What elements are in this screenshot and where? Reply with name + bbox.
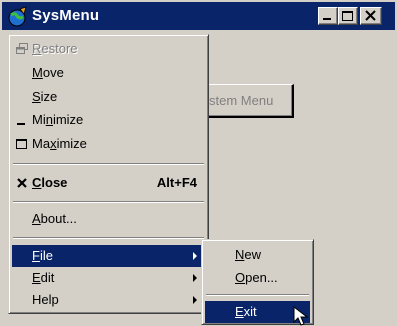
system-menu: Restore Move Size Minimize Maximize Clos… xyxy=(8,34,209,314)
menu-item-restore[interactable]: Restore xyxy=(12,38,205,60)
menu-item-minimize[interactable]: Minimize xyxy=(12,109,205,131)
menu-item-file[interactable]: File xyxy=(12,245,205,267)
menu-separator xyxy=(13,201,204,203)
app-window: SysMenu stem Menu Restore Move Size Mini… xyxy=(0,0,397,326)
menu-item-size[interactable]: Size xyxy=(12,86,205,108)
minimize-icon xyxy=(323,18,331,20)
minimize-button[interactable] xyxy=(318,7,338,25)
maximize-icon xyxy=(342,11,353,21)
maximize-button[interactable] xyxy=(338,7,358,25)
menu-separator xyxy=(206,294,309,296)
app-globe-icon[interactable] xyxy=(6,6,28,28)
menu-item-label: Size xyxy=(32,89,58,104)
title-bar[interactable]: SysMenu xyxy=(2,2,395,30)
close-icon xyxy=(365,10,376,21)
maximize-glyph-icon xyxy=(16,139,27,149)
menu-item-help[interactable]: Help xyxy=(12,289,205,311)
menu-item-edit[interactable]: Edit xyxy=(12,267,205,289)
system-menu-button[interactable]: stem Menu xyxy=(196,84,294,118)
menu-item-maximize[interactable]: Maximize xyxy=(12,133,205,155)
menu-item-label: Move xyxy=(32,65,64,80)
system-menu-button-label: stem Menu xyxy=(209,93,274,108)
menu-item-label: Help xyxy=(32,292,59,307)
menu-item-label: Exit xyxy=(235,304,257,319)
menu-item-label: New xyxy=(235,247,262,262)
menu-item-label: Close xyxy=(32,175,68,190)
menu-item-label: Open... xyxy=(235,270,278,285)
minimize-glyph-icon xyxy=(17,123,25,125)
menu-item-accelerator: Alt+F4 xyxy=(156,175,197,190)
menu-item-open[interactable]: Open... xyxy=(205,267,310,289)
menu-item-label: Restore xyxy=(32,41,78,56)
menu-item-label: File xyxy=(32,248,53,263)
menu-item-about[interactable]: About... xyxy=(12,208,205,230)
restore-icon xyxy=(16,43,28,54)
menu-separator xyxy=(13,163,204,165)
menu-item-close[interactable]: Close Alt+F4 xyxy=(12,172,205,194)
mouse-pointer-icon xyxy=(293,306,309,326)
submenu-arrow-icon xyxy=(193,252,197,260)
menu-item-new[interactable]: New xyxy=(205,244,310,266)
menu-item-label: About... xyxy=(32,211,77,226)
menu-item-label: Minimize xyxy=(32,112,84,127)
close-x-icon xyxy=(17,178,27,188)
submenu-arrow-icon xyxy=(193,296,197,304)
menu-item-label: Maximize xyxy=(32,136,87,151)
menu-item-move[interactable]: Move xyxy=(12,62,205,84)
menu-separator xyxy=(13,237,204,239)
window-title: SysMenu xyxy=(32,7,100,24)
close-button[interactable] xyxy=(360,7,382,25)
submenu-arrow-icon xyxy=(193,274,197,282)
menu-item-label: Edit xyxy=(32,270,55,285)
